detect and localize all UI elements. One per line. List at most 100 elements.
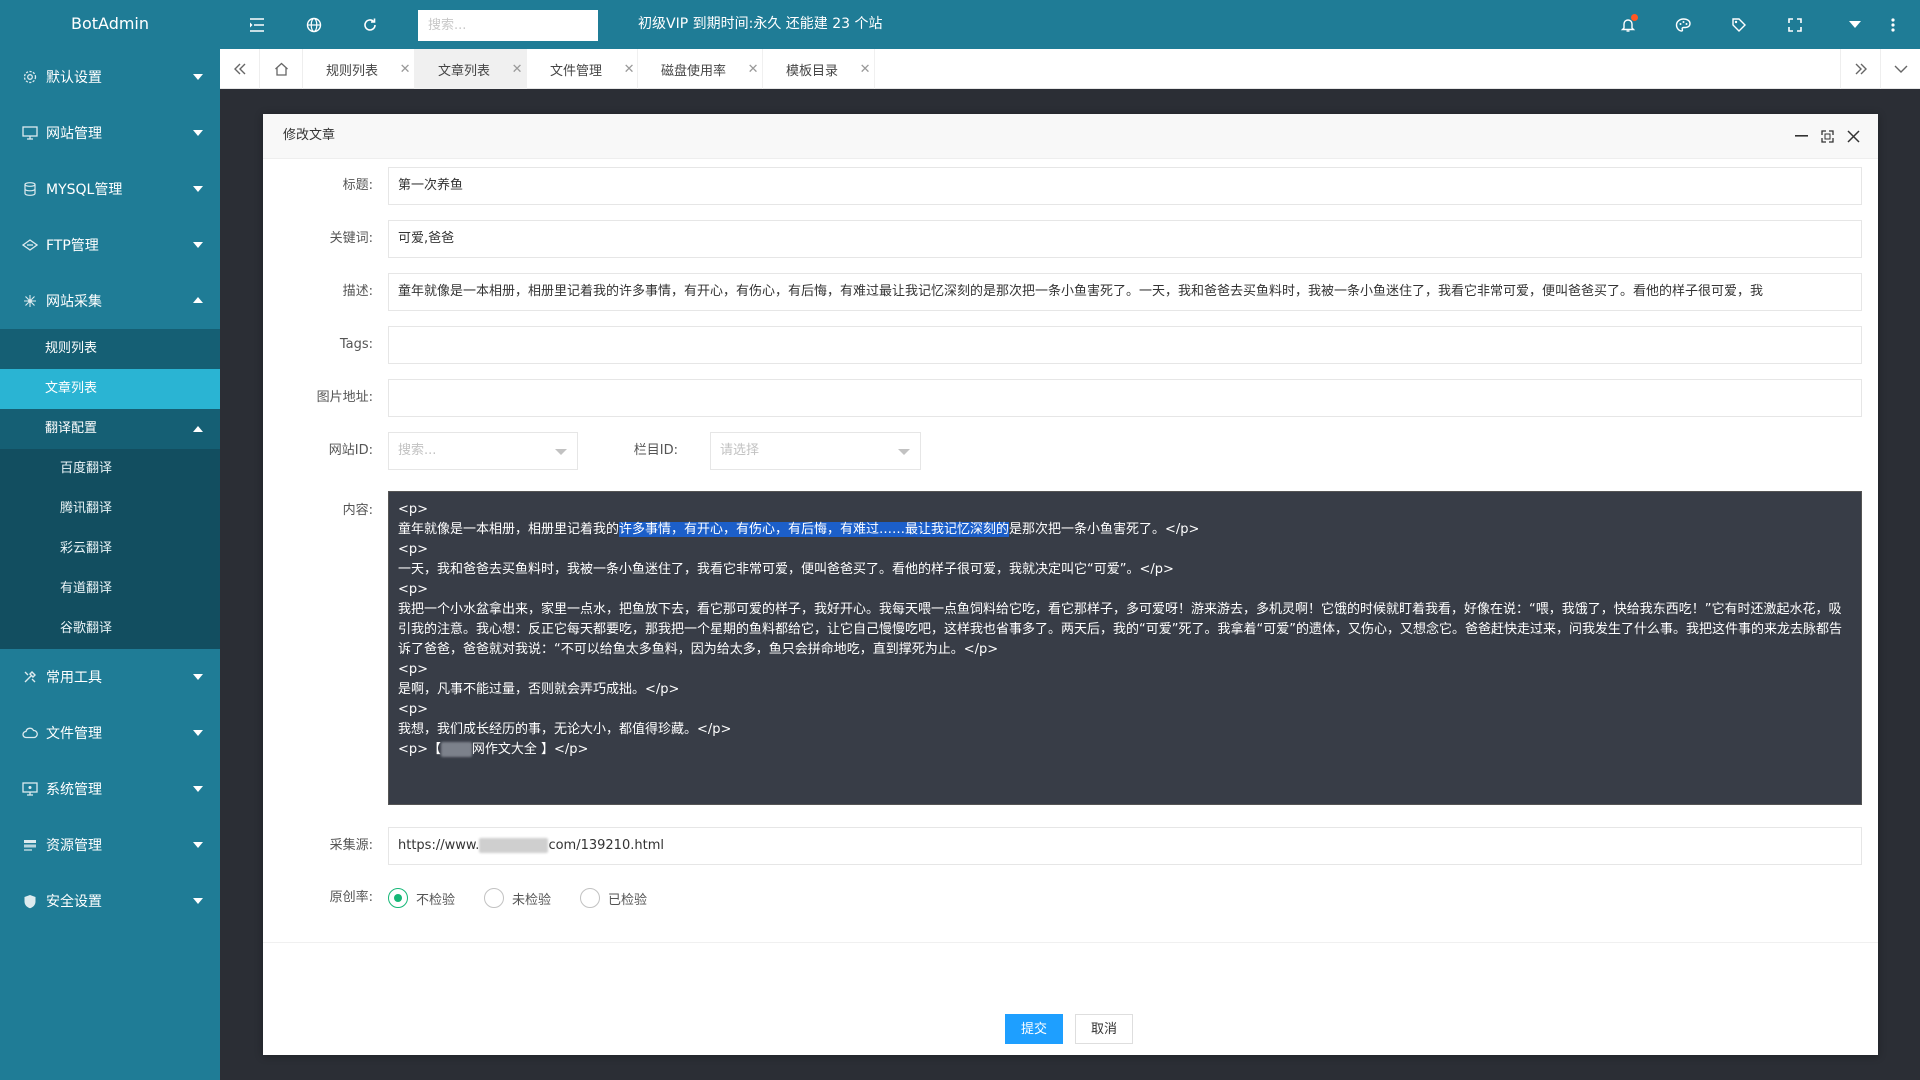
- sidebar-item-label: MYSQL管理: [46, 182, 123, 198]
- tab-template-directory[interactable]: 模板目录 ✕: [763, 49, 875, 89]
- radio-label: 不检验: [416, 892, 456, 908]
- title-input[interactable]: 第一次养鱼: [388, 167, 1862, 205]
- tab-rule-list[interactable]: 规则列表 ✕: [303, 49, 415, 89]
- sidebar-subitem-baidu-translate[interactable]: 百度翻译: [0, 449, 220, 489]
- tab-label: 磁盘使用率: [661, 63, 727, 79]
- sidebar-item-label: 文件管理: [46, 726, 102, 742]
- sidebar-item-site-management[interactable]: 网站管理: [0, 105, 220, 161]
- close-icon[interactable]: ✕: [510, 62, 524, 77]
- tags-input[interactable]: [388, 326, 1862, 364]
- tab-bar: 规则列表 ✕ 文章列表 ✕ 文件管理 ✕ 磁盘使用率 ✕ 模板目录 ✕: [220, 49, 1920, 89]
- keywords-input[interactable]: 可爱,爸爸: [388, 220, 1862, 258]
- close-icon[interactable]: ✕: [858, 62, 872, 77]
- title-label: 标题:: [342, 178, 373, 193]
- chevron-down-icon: [193, 786, 203, 792]
- sidebar-item-mysql[interactable]: MYSQL管理: [0, 161, 220, 217]
- sidebar-subgroup-translate-config[interactable]: 翻译配置: [0, 409, 220, 449]
- chevron-down-icon: [193, 898, 203, 904]
- site-id-select[interactable]: 搜索...: [388, 432, 578, 470]
- refresh-icon[interactable]: [350, 0, 390, 49]
- monitor-icon: [20, 779, 40, 799]
- radio-unchecked[interactable]: 未检验: [484, 888, 551, 908]
- content-line: <p>: [398, 542, 429, 557]
- tab-file-management[interactable]: 文件管理 ✕: [527, 49, 638, 89]
- site-column-row: 网站ID: 搜索... 栏目ID: 请选择: [263, 432, 1878, 470]
- image-url-label: 图片地址:: [316, 390, 373, 405]
- close-icon[interactable]: ✕: [746, 62, 760, 77]
- home-icon[interactable]: [260, 49, 303, 89]
- sidebar-subitem-youdao-translate[interactable]: 有道翻译: [0, 569, 220, 609]
- sidebar-subitem-article-list[interactable]: 文章列表: [0, 369, 220, 409]
- collect-submenu: 规则列表 文章列表 翻译配置 百度翻译 腾讯翻译 彩云翻译 有道翻译 谷歌翻译: [0, 329, 220, 649]
- user-dropdown-caret-icon[interactable]: [1835, 0, 1875, 49]
- sidebar-item-resource-management[interactable]: 资源管理: [0, 817, 220, 873]
- radio-empty-icon: [484, 888, 504, 908]
- chevron-down-icon: [193, 674, 203, 680]
- image-url-input[interactable]: [388, 379, 1862, 417]
- sidebar-subitem-rule-list[interactable]: 规则列表: [0, 329, 220, 369]
- radio-checked[interactable]: 已检验: [580, 888, 647, 908]
- sidebar-item-system-management[interactable]: 系统管理: [0, 761, 220, 817]
- tab-label: 文件管理: [550, 63, 603, 79]
- submit-button[interactable]: 提交: [1005, 1014, 1064, 1044]
- tag-icon[interactable]: [1719, 0, 1759, 49]
- image-url-row: 图片地址:: [263, 379, 1878, 417]
- sidebar-item-label: 安全设置: [46, 894, 102, 910]
- minimize-icon[interactable]: [1791, 126, 1811, 146]
- tabs-menu-chevron-down-icon[interactable]: [1880, 49, 1920, 89]
- content-line: <p>: [398, 662, 429, 677]
- more-vertical-icon[interactable]: [1873, 0, 1913, 49]
- column-id-select[interactable]: 请选择: [710, 432, 921, 470]
- menu-toggle-icon[interactable]: [237, 0, 277, 49]
- content-line: 是啊，凡事不能过量，否则就会弄巧成拙。</p>: [398, 682, 680, 697]
- cancel-button[interactable]: 取消: [1075, 1014, 1134, 1044]
- modal-header: 修改文章: [263, 114, 1878, 159]
- sidebar-item-security-settings[interactable]: 安全设置: [0, 873, 220, 929]
- bell-icon[interactable]: [1608, 0, 1648, 49]
- content-editor[interactable]: <p> 童年就像是一本相册，相册里记着我的许多事情，有开心，有伤心，有后悔，有难…: [388, 491, 1862, 805]
- close-icon[interactable]: ✕: [622, 62, 636, 77]
- source-label: 采集源:: [329, 838, 373, 853]
- close-icon[interactable]: ✕: [398, 62, 412, 77]
- sidebar-subitem-caiyun-translate[interactable]: 彩云翻译: [0, 529, 220, 569]
- sidebar-item-default-settings[interactable]: 默认设置: [0, 49, 220, 105]
- tabs-scroll-left-icon[interactable]: [220, 49, 260, 89]
- gear-icon: [20, 67, 40, 87]
- chevron-up-icon: [193, 426, 203, 432]
- maximize-icon[interactable]: [1817, 126, 1837, 146]
- top-search-input[interactable]: [418, 10, 598, 41]
- chevron-down-icon: [555, 449, 567, 455]
- sidebar-item-ftp[interactable]: FTP管理: [0, 217, 220, 273]
- content-line: <p>: [398, 582, 429, 597]
- title-row: 标题: 第一次养鱼: [263, 167, 1878, 205]
- tab-article-list[interactable]: 文章列表 ✕: [415, 49, 527, 89]
- source-url-input[interactable]: https://www.xxxxxxxxxcom/139210.html: [388, 827, 1862, 865]
- close-icon[interactable]: [1843, 126, 1863, 146]
- translate-submenu: 百度翻译 腾讯翻译 彩云翻译 有道翻译 谷歌翻译: [0, 449, 220, 649]
- chevron-down-icon: [193, 730, 203, 736]
- tabs-scroll-right-icon[interactable]: [1840, 49, 1880, 89]
- fullscreen-icon[interactable]: [1775, 0, 1815, 49]
- tab-disk-usage[interactable]: 磁盘使用率 ✕: [638, 49, 763, 89]
- theme-palette-icon[interactable]: [1663, 0, 1703, 49]
- content-line: <p>: [398, 702, 429, 717]
- sidebar-subitem-google-translate[interactable]: 谷歌翻译: [0, 609, 220, 649]
- sidebar-item-file-management[interactable]: 文件管理: [0, 705, 220, 761]
- site-id-placeholder: 搜索...: [398, 443, 437, 458]
- sidebar-item-label: 网站采集: [46, 294, 102, 310]
- brand-logo[interactable]: BotAdmin: [0, 0, 220, 49]
- sidebar-item-common-tools[interactable]: 常用工具: [0, 649, 220, 705]
- sidebar-subitem-tencent-translate[interactable]: 腾讯翻译: [0, 489, 220, 529]
- sidebar-item-label: 默认设置: [46, 70, 102, 86]
- tab-label: 模板目录: [786, 63, 839, 79]
- content-line: 我把一个小水盆拿出来，家里一点水，把鱼放下去，看它那可爱的样子，我好开心。我每天…: [398, 602, 1842, 657]
- sidebar-item-site-collect[interactable]: 网站采集: [0, 273, 220, 329]
- monitor-icon: [20, 123, 40, 143]
- description-label: 描述:: [342, 284, 373, 299]
- globe-icon[interactable]: [294, 0, 334, 49]
- radio-no-check[interactable]: 不检验: [388, 888, 455, 908]
- description-input[interactable]: 童年就像是一本相册，相册里记着我的许多事情，有开心，有伤心，有后悔，有难过最让我…: [388, 273, 1862, 311]
- content-line: <p>: [398, 502, 429, 517]
- sidebar-subgroup-label: 翻译配置: [45, 421, 98, 436]
- sidebar-item-label: 系统管理: [46, 782, 102, 798]
